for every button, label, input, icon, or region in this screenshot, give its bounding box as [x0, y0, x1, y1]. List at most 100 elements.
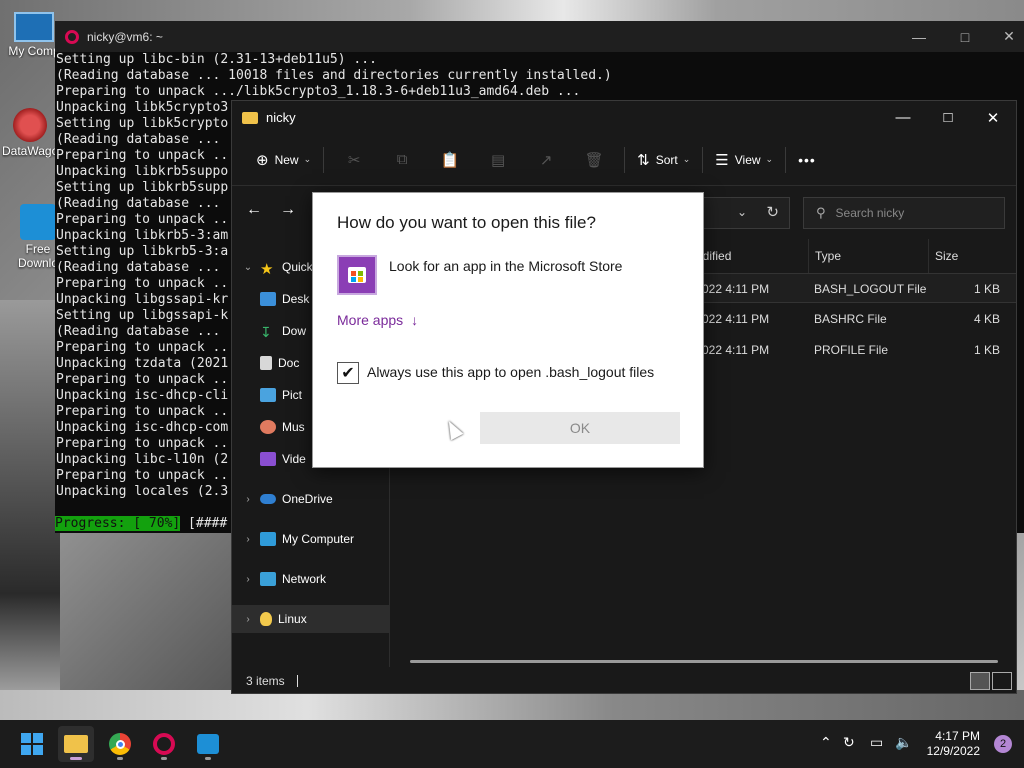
folder-icon: [64, 735, 88, 753]
chevron-right-icon[interactable]: ›: [240, 534, 256, 545]
column-header-type[interactable]: Type: [808, 239, 928, 273]
sidebar-item-linux[interactable]: › Linux: [232, 605, 390, 633]
terminal-line: Preparing to unpack .../libk5crypto3_1.1…: [56, 84, 581, 99]
view-button[interactable]: ☰ View ⌄: [709, 145, 779, 175]
chevron-down-icon: ⌄: [303, 154, 312, 164]
chevron-down-icon: ⌄: [682, 154, 691, 164]
clock-time: 4:17 PM: [935, 729, 980, 743]
picture-icon: [260, 388, 276, 402]
store-option-label[interactable]: Look for an app in the Microsoft Store: [389, 258, 622, 274]
copy-icon[interactable]: ⧉: [378, 145, 426, 175]
open-with-dialog: How do you want to open this file? Look …: [312, 192, 704, 468]
terminal-title: nicky@vm6: ~: [87, 29, 163, 44]
arrow-down-icon: ↓: [411, 312, 419, 328]
desktop-icon-datawago[interactable]: DataWago: [2, 108, 58, 158]
desktop-icon-label: My Comp: [8, 44, 60, 58]
details-view-icon[interactable]: [970, 672, 990, 690]
address-bar[interactable]: ⌄ ↻: [702, 197, 790, 229]
volume-icon[interactable]: 🔈: [895, 734, 912, 751]
chevron-right-icon[interactable]: ›: [240, 574, 256, 585]
desktop-icon: [260, 292, 276, 306]
rename-icon[interactable]: ▤: [474, 145, 522, 175]
terminal-titlebar[interactable]: nicky@vm6: ~ — □ ✕: [55, 21, 1024, 52]
notification-badge[interactable]: 2: [994, 735, 1012, 753]
monitor-icon: [14, 12, 54, 42]
column-header-size[interactable]: Size: [928, 239, 1008, 273]
close-button[interactable]: ✕: [970, 101, 1016, 134]
sidebar-item-label: Quick: [282, 260, 313, 274]
document-icon: [260, 356, 272, 370]
folder-icon: [242, 111, 258, 124]
search-icon: ⚲: [816, 205, 826, 220]
chevron-down-icon: ⌄: [765, 154, 774, 164]
download-icon: ↧: [260, 324, 272, 340]
share-icon[interactable]: ↗: [522, 145, 570, 175]
taskbar-file-explorer[interactable]: [58, 726, 94, 762]
sync-icon[interactable]: ↻: [843, 734, 855, 751]
minimize-button[interactable]: —: [896, 21, 942, 52]
sidebar-item-network[interactable]: › Network: [232, 565, 390, 593]
sort-button[interactable]: ⇅ Sort ⌄: [631, 145, 696, 175]
delete-icon[interactable]: 🗑: [570, 145, 618, 175]
column-label: Size: [935, 249, 959, 263]
cloud-icon: [260, 494, 276, 504]
taskbar-chrome[interactable]: [102, 726, 138, 762]
paste-icon[interactable]: 📋: [426, 145, 474, 175]
microsoft-store-icon[interactable]: [337, 255, 377, 295]
sidebar-item-label: OneDrive: [282, 492, 333, 506]
ok-button[interactable]: OK: [480, 412, 680, 444]
terminal-line: (Reading database ... 10018 files and di…: [56, 68, 612, 83]
close-button[interactable]: ✕: [986, 21, 1024, 52]
explorer-title: nicky: [266, 110, 296, 125]
new-button[interactable]: ⊕ New ⌄: [250, 145, 317, 175]
sort-label: Sort: [655, 152, 678, 167]
maximize-button[interactable]: □: [942, 21, 988, 52]
sidebar-item-label: Mus: [282, 420, 305, 434]
system-clock[interactable]: 4:17 PM 12/9/2022: [927, 729, 980, 759]
start-button[interactable]: [14, 726, 50, 762]
chrome-icon: [109, 733, 131, 755]
file-date: 022 4:11 PM: [702, 343, 770, 357]
sidebar-item-label: Network: [282, 572, 327, 586]
file-size: 1 KB: [973, 343, 1000, 357]
desktop-icon-my-computer[interactable]: My Comp: [6, 10, 62, 58]
more-apps-link[interactable]: More apps ↓: [337, 312, 418, 328]
video-icon: [260, 452, 276, 466]
taskbar-remote-app[interactable]: [190, 726, 226, 762]
network-icon: [260, 572, 276, 586]
toolbar-separator: [785, 146, 787, 173]
file-date: 022 4:11 PM: [702, 312, 770, 326]
tiles-view-icon[interactable]: [992, 672, 1012, 690]
dialog-title: How do you want to open this file?: [337, 213, 596, 232]
always-use-checkbox[interactable]: ✔: [337, 362, 359, 384]
penguin-icon: [260, 612, 272, 626]
forward-arrow-icon[interactable]: →: [276, 201, 300, 219]
taskbar-debian-terminal[interactable]: [146, 726, 182, 762]
maximize-button[interactable]: □: [925, 101, 971, 134]
chevron-down-icon[interactable]: ⌄: [240, 262, 256, 273]
explorer-titlebar[interactable]: nicky — □ ✕: [232, 101, 1016, 134]
refresh-icon[interactable]: ↻: [766, 203, 779, 221]
cut-icon[interactable]: ✂: [330, 145, 378, 175]
always-use-label[interactable]: Always use this app to open .bash_logout…: [367, 364, 654, 380]
minimize-button[interactable]: —: [880, 101, 926, 134]
back-arrow-icon[interactable]: ←: [242, 201, 266, 219]
terminal-line: Setting up libc-bin (2.31-13+deb11u5) ..…: [56, 52, 377, 67]
chevron-down-icon[interactable]: ⌄: [737, 205, 747, 219]
running-indicator: [205, 757, 211, 760]
explorer-toolbar: ⊕ New ⌄ ✂ ⧉ 📋 ▤ ↗ 🗑 ⇅ Sort ⌄ ☰ View ⌄ ••…: [232, 134, 1016, 186]
chevron-up-icon[interactable]: ⌃: [820, 734, 832, 751]
column-header-modified[interactable]: odified: [690, 239, 808, 273]
display-icon[interactable]: ▭: [870, 734, 883, 751]
chevron-right-icon[interactable]: ›: [240, 614, 256, 625]
sidebar-item-my-computer[interactable]: › My Computer: [232, 525, 390, 553]
progress-bar: [####: [180, 516, 228, 531]
running-indicator: [70, 757, 82, 760]
sidebar-item-label: Doc: [278, 356, 300, 370]
more-options-button[interactable]: •••: [792, 145, 822, 175]
search-input[interactable]: ⚲ Search nicky: [803, 197, 1005, 229]
chevron-right-icon[interactable]: ›: [240, 494, 256, 505]
desktop-icon-label: DataWago: [2, 144, 58, 158]
horizontal-scrollbar[interactable]: [410, 660, 998, 663]
sidebar-item-onedrive[interactable]: › OneDrive: [232, 485, 390, 513]
